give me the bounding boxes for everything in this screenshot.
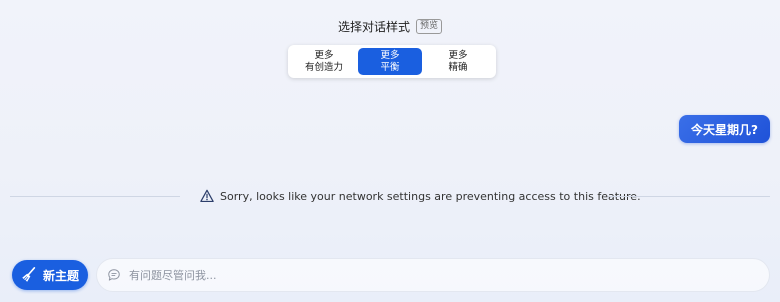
- style-option-line2: 有创造力: [304, 61, 343, 73]
- broom-icon: [22, 266, 36, 282]
- warning-icon: [200, 189, 214, 203]
- user-message-bubble: 今天星期几?: [679, 115, 770, 143]
- divider-left: [10, 196, 180, 197]
- chat-bubble-icon: [108, 269, 120, 281]
- network-error-notice: Sorry, looks like your network settings …: [10, 186, 770, 206]
- style-option-line2: 精确: [448, 61, 468, 73]
- new-topic-label: 新主题: [43, 268, 80, 283]
- notice-text: Sorry, looks like your network settings …: [220, 189, 641, 203]
- style-selector-title: 选择对话样式: [337, 20, 410, 34]
- style-option-balanced[interactable]: 更多 平衡: [358, 48, 422, 75]
- preview-badge: 预览: [416, 19, 443, 34]
- style-option-line1: 更多: [380, 49, 400, 61]
- style-option-precise[interactable]: 更多 精确: [426, 48, 490, 75]
- notice-content: Sorry, looks like your network settings …: [200, 186, 641, 206]
- conversation-style-toggle: 更多 有创造力 更多 平衡 更多 精确: [288, 45, 496, 78]
- chat-input[interactable]: [129, 263, 729, 287]
- style-selector-header: 选择对话样式 预览: [0, 18, 780, 35]
- style-option-line2: 平衡: [380, 61, 400, 73]
- divider-right: [608, 196, 770, 197]
- style-option-line1: 更多: [448, 49, 468, 61]
- style-option-creative[interactable]: 更多 有创造力: [292, 48, 356, 75]
- style-option-line1: 更多: [314, 49, 334, 61]
- new-topic-button[interactable]: 新主题: [12, 260, 88, 290]
- chat-input-box[interactable]: [96, 258, 770, 292]
